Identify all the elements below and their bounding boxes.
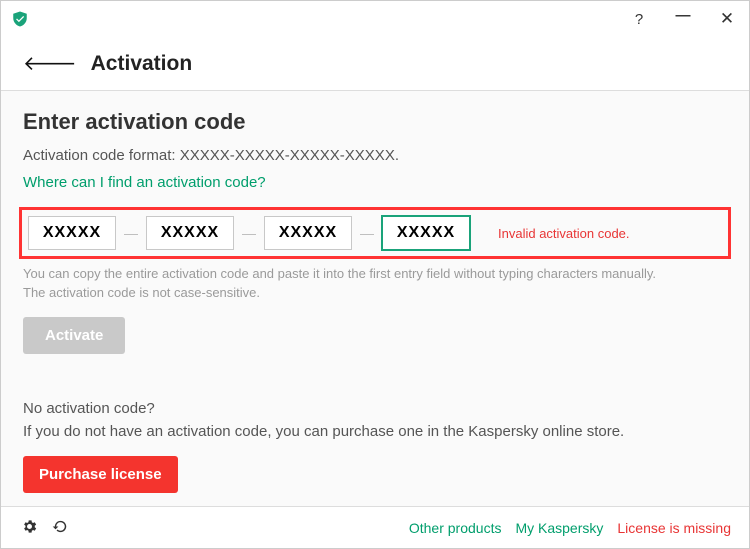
close-button[interactable]: ✕: [705, 1, 749, 37]
code-segment-1[interactable]: [28, 216, 116, 250]
minimize-button[interactable]: —: [661, 1, 705, 37]
activation-code-row: — — — Invalid activation code.: [28, 216, 722, 250]
purchase-license-button[interactable]: Purchase license: [23, 456, 178, 493]
dash-icon: —: [360, 225, 374, 241]
arrow-left-icon: 🡐: [23, 53, 77, 75]
gear-icon: [21, 518, 38, 538]
help-icon: ?: [635, 11, 643, 28]
paste-hint: You can copy the entire activation code …: [23, 265, 727, 303]
other-products-link[interactable]: Other products: [409, 520, 502, 536]
license-status-link[interactable]: License is missing: [617, 520, 731, 536]
page-header: 🡐 Activation: [1, 37, 749, 91]
code-segment-4[interactable]: [382, 216, 470, 250]
help-link[interactable]: Where can I find an activation code?: [23, 174, 266, 191]
my-kaspersky-link[interactable]: My Kaspersky: [515, 520, 603, 536]
minimize-icon: —: [676, 7, 691, 24]
titlebar: ? — ✕: [1, 1, 749, 37]
activation-code-highlight: — — — Invalid activation code.: [19, 207, 731, 259]
help-button[interactable]: ?: [617, 1, 661, 37]
refresh-icon: [52, 518, 69, 538]
no-activation-subtext: If you do not have an activation code, y…: [23, 421, 727, 442]
update-button[interactable]: [52, 518, 69, 538]
app-logo-icon: [11, 10, 29, 28]
format-hint: Activation code format: XXXXX-XXXXX-XXXX…: [23, 147, 727, 164]
hint-line-1: You can copy the entire activation code …: [23, 265, 727, 284]
content-area: Enter activation code Activation code fo…: [1, 91, 749, 506]
content-heading: Enter activation code: [23, 109, 727, 135]
close-icon: ✕: [720, 9, 734, 29]
footer: Other products My Kaspersky License is m…: [1, 506, 749, 548]
code-segment-3[interactable]: [264, 216, 352, 250]
invalid-code-message: Invalid activation code.: [498, 226, 630, 241]
no-activation-section: No activation code? If you do not have a…: [23, 400, 727, 493]
code-segment-2[interactable]: [146, 216, 234, 250]
hint-line-2: The activation code is not case-sensitiv…: [23, 284, 727, 303]
back-button[interactable]: 🡐: [23, 51, 77, 76]
dash-icon: —: [124, 225, 138, 241]
settings-button[interactable]: [21, 518, 38, 538]
page-title: Activation: [91, 52, 193, 76]
dash-icon: —: [242, 225, 256, 241]
activate-button[interactable]: Activate: [23, 317, 125, 354]
no-activation-heading: No activation code?: [23, 400, 727, 417]
